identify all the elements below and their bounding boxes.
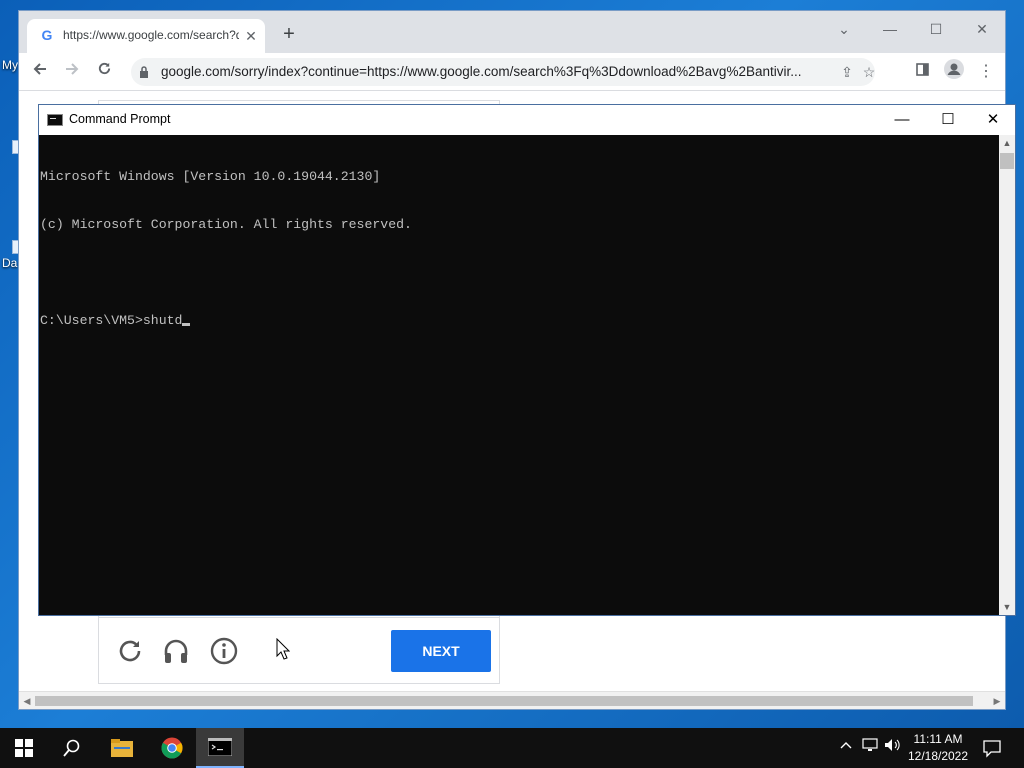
volume-icon[interactable] <box>882 738 902 758</box>
new-tab-button[interactable]: + <box>277 23 301 47</box>
back-button[interactable] <box>27 59 53 85</box>
desktop-icon-label[interactable]: Da <box>2 256 17 270</box>
star-icon[interactable]: ☆ <box>859 62 879 82</box>
cmd-title: Command Prompt <box>69 112 171 126</box>
taskbar-command-prompt[interactable] <box>196 728 244 768</box>
console-line: (c) Microsoft Corporation. All rights re… <box>40 217 412 232</box>
reload-icon[interactable] <box>115 636 145 666</box>
text-cursor <box>182 323 191 326</box>
system-clock[interactable]: 11:11 AM 12/18/2022 <box>900 731 976 765</box>
scroll-left-icon[interactable]: ◀ <box>21 694 33 708</box>
scroll-up-icon[interactable]: ▲ <box>999 135 1015 151</box>
mouse-cursor-icon <box>276 638 290 660</box>
cmd-close-button[interactable]: ✕ <box>970 105 1016 135</box>
share-icon[interactable]: ⇪ <box>837 62 857 82</box>
google-favicon-icon: G <box>41 27 53 43</box>
clock-date: 12/18/2022 <box>907 749 969 763</box>
command-prompt-icon <box>208 738 232 756</box>
search-icon <box>63 739 80 757</box>
windows-start-button[interactable] <box>0 728 48 768</box>
toolbar: google.com/sorry/index?continue=https://… <box>19 53 1005 91</box>
info-icon[interactable] <box>209 636 239 666</box>
minimize-button[interactable]: — <box>867 15 913 43</box>
scrollbar-thumb[interactable] <box>1000 153 1014 169</box>
tab-strip: G https://www.google.com/search?q=downlo… <box>19 11 1005 53</box>
clock-time: 11:11 AM <box>913 732 963 746</box>
horizontal-scrollbar[interactable]: ◀ ▶ <box>19 691 1005 709</box>
audio-challenge-icon[interactable] <box>161 636 191 666</box>
console-line: Microsoft Windows [Version 10.0.19044.21… <box>40 169 381 184</box>
command-prompt-window[interactable]: Command Prompt — ☐ ✕ Microsoft Windows [… <box>38 104 1016 616</box>
reload-button[interactable] <box>91 59 117 85</box>
command-prompt-icon <box>47 114 63 126</box>
taskbar: 11:11 AM 12/18/2022 <box>0 728 1024 768</box>
menu-icon[interactable]: ⋮ <box>973 59 999 85</box>
recaptcha-footer: NEXT <box>99 617 499 683</box>
cmd-titlebar[interactable]: Command Prompt — ☐ ✕ <box>39 105 1015 135</box>
side-panel-icon[interactable] <box>909 59 935 85</box>
close-tab-icon[interactable]: ✕ <box>243 28 259 44</box>
maximize-button[interactable]: ☐ <box>913 15 959 43</box>
console-prompt-text[interactable]: C:\Users\VM5>shutd <box>40 313 182 328</box>
windows-start-icon <box>15 739 33 757</box>
console-output[interactable]: Microsoft Windows [Version 10.0.19044.21… <box>39 135 1000 615</box>
forward-button[interactable] <box>59 59 85 85</box>
file-explorer-icon <box>111 739 133 757</box>
console-input-line[interactable]: C:\Users\VM5>shutd <box>40 313 999 329</box>
scrollbar-thumb[interactable] <box>35 696 973 706</box>
cmd-minimize-button[interactable]: — <box>879 105 925 135</box>
scroll-down-icon[interactable]: ▼ <box>999 599 1015 615</box>
next-button[interactable]: NEXT <box>391 630 491 672</box>
notification-icon[interactable] <box>980 736 1004 760</box>
taskbar-chrome[interactable] <box>148 728 196 768</box>
url-text[interactable]: google.com/sorry/index?continue=https://… <box>161 64 831 80</box>
close-button[interactable]: ✕ <box>959 15 1005 43</box>
desktop-icon-label[interactable]: My <box>2 58 18 72</box>
chevron-up-icon[interactable] <box>836 738 856 758</box>
taskbar-file-explorer[interactable] <box>98 728 146 768</box>
cmd-maximize-button[interactable]: ☐ <box>925 105 971 135</box>
network-icon[interactable] <box>860 738 880 758</box>
tab-search-button[interactable]: ⌄ <box>821 15 867 43</box>
lock-icon[interactable] <box>139 66 149 78</box>
profile-icon[interactable] <box>941 59 967 85</box>
tab-title: https://www.google.com/search?q=download… <box>63 28 239 42</box>
vertical-scrollbar[interactable]: ▲ ▼ <box>999 135 1015 615</box>
chrome-icon <box>161 737 183 759</box>
scroll-right-icon[interactable]: ▶ <box>991 694 1003 708</box>
address-bar[interactable]: google.com/sorry/index?continue=https://… <box>131 58 875 86</box>
taskbar-search-button[interactable] <box>48 728 96 768</box>
browser-tab[interactable]: G https://www.google.com/search?q=downlo… <box>27 19 265 53</box>
